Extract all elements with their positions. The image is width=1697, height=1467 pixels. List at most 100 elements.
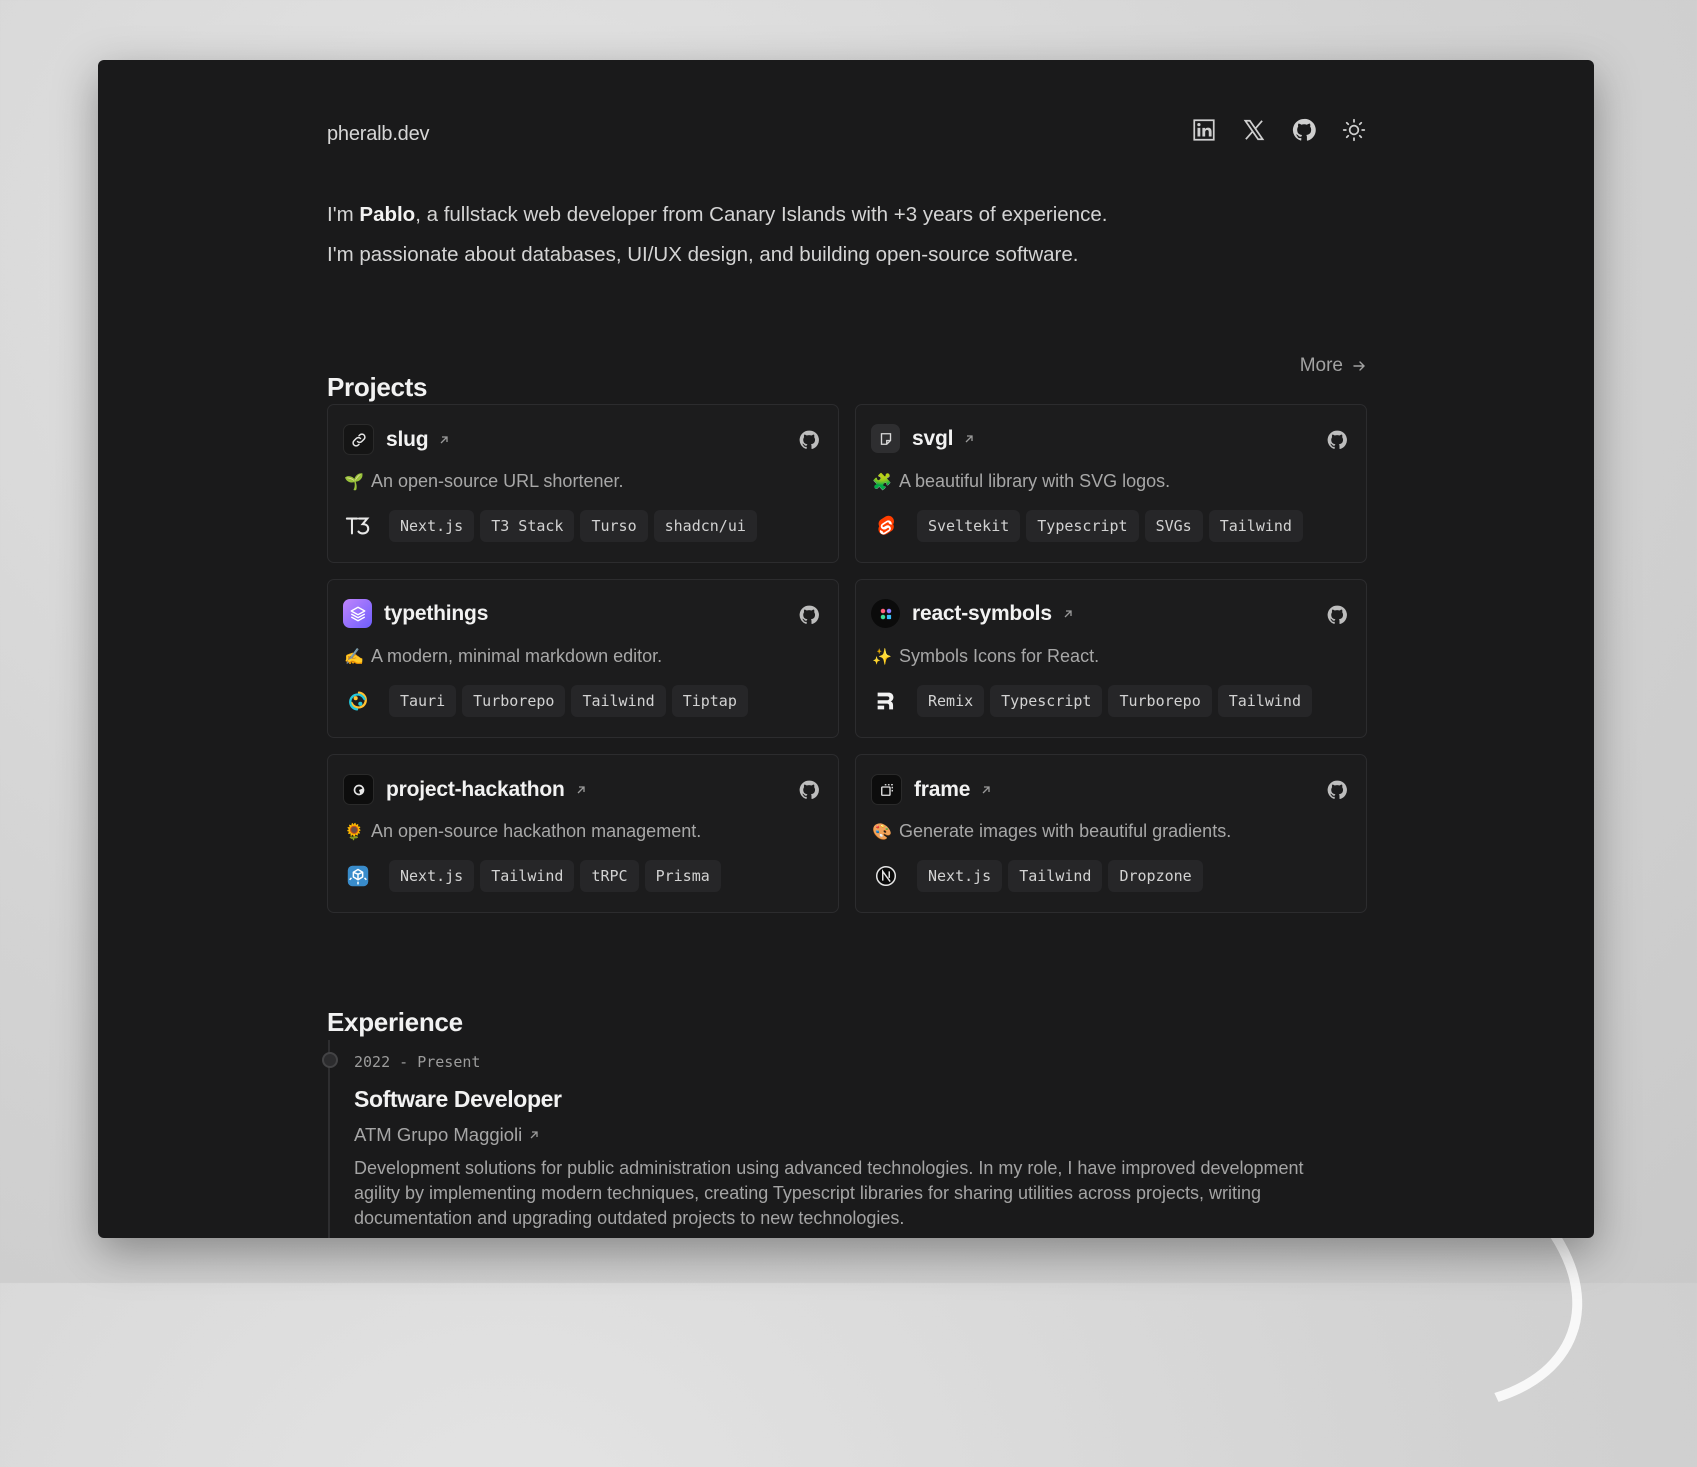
description-text: An open-source hackathon management. (371, 821, 702, 841)
github-icon[interactable] (1326, 604, 1348, 626)
project-header: svgl (871, 424, 975, 453)
github-icon[interactable] (1326, 429, 1348, 451)
svgl-logo-icon (871, 424, 900, 453)
nextjs-icon (871, 861, 901, 891)
project-name[interactable]: frame (914, 778, 970, 802)
tech-tag: Tailwind (1008, 860, 1103, 892)
seedling-emoji: 🌱 (344, 473, 364, 491)
project-header: project-hackathon (343, 774, 587, 805)
tech-tag: Tiptap (671, 685, 748, 717)
project-header: frame (871, 774, 992, 805)
timeline-line (328, 1040, 330, 1238)
project-header: typethings (343, 599, 488, 628)
projects-title: Projects (327, 371, 428, 402)
external-link-icon[interactable] (438, 434, 450, 446)
t3-icon (343, 511, 373, 541)
link-logo-icon (343, 424, 374, 455)
project-header: slug (343, 424, 450, 455)
frame-logo-icon (871, 774, 902, 805)
project-card-typethings[interactable]: typethings ✍️ A modern, minimal markdown… (327, 579, 839, 738)
site-title[interactable]: pheralb.dev (327, 123, 430, 146)
github-icon[interactable] (798, 779, 820, 801)
intro: I'm Pablo, a fullstack web developer fro… (327, 203, 1367, 283)
github-icon[interactable] (1326, 779, 1348, 801)
description-text: Generate images with beautiful gradients… (899, 821, 1232, 841)
project-name[interactable]: react-symbols (912, 602, 1052, 626)
tech-tag: Turborepo (1108, 685, 1212, 717)
github-icon[interactable] (798, 604, 820, 626)
writing-hand-emoji: ✍️ (344, 648, 364, 666)
tech-tags: Remix Typescript Turborepo Tailwind (871, 685, 1312, 717)
project-name[interactable]: slug (386, 428, 429, 452)
palette-emoji: 🎨 (872, 823, 892, 841)
social-links (1191, 117, 1367, 143)
tech-tags: Next.js Tailwind Dropzone (871, 860, 1203, 892)
project-description: ✍️ A modern, minimal markdown editor. (344, 646, 663, 667)
tech-tag: Next.js (389, 510, 475, 542)
project-description: 🌱 An open-source URL shortener. (344, 471, 623, 492)
sun-icon[interactable] (1341, 117, 1367, 143)
project-header: react-symbols (871, 599, 1074, 628)
experience-description: Development solutions for public adminis… (354, 1158, 1304, 1228)
trpc-icon (343, 861, 373, 891)
more-label: More (1299, 355, 1343, 376)
intro-name: Pablo (359, 203, 416, 226)
project-card-react-symbols[interactable]: react-symbols ✨ Symbols Icons for React.… (855, 579, 1367, 738)
arrow-right-icon (1353, 361, 1365, 371)
tech-tag: Typescript (1026, 510, 1139, 542)
tech-tag: SVGs (1144, 510, 1203, 542)
tech-tag: Tailwind (571, 685, 666, 717)
tech-tag: Turso (580, 510, 648, 542)
project-name[interactable]: typethings (384, 602, 488, 626)
tech-tags: Next.js Tailwind tRPC Prisma (343, 860, 721, 892)
tech-tag: Remix (917, 685, 985, 717)
experience-title: Experience (327, 1006, 463, 1037)
site-header: pheralb.dev (327, 117, 1367, 149)
tauri-icon (343, 686, 373, 716)
tech-tag: T3 Stack (480, 510, 575, 542)
tech-tags: Next.js T3 Stack Turso shadcn/ui (343, 510, 757, 542)
external-link-icon[interactable] (980, 784, 992, 796)
project-description: 🧩 A beautiful library with SVG logos. (872, 471, 1171, 492)
project-description: 🌻 An open-source hackathon management. (344, 821, 702, 842)
intro-prefix: I'm (327, 203, 360, 226)
intro-suffix: , a fullstack web developer from Canary … (415, 203, 1108, 226)
sparkles-emoji: ✨ (872, 648, 892, 666)
tech-tag: Next.js (389, 860, 475, 892)
company-name: ATM Grupo Maggioli (354, 1124, 523, 1145)
tech-tags: Tauri Turborepo Tailwind Tiptap (343, 685, 748, 717)
github-icon[interactable] (1291, 117, 1317, 143)
description-text: Symbols Icons for React. (899, 646, 1100, 666)
tech-tag: Tailwind (1208, 510, 1303, 542)
project-description: ✨ Symbols Icons for React. (872, 646, 1100, 667)
tech-tag: Next.js (917, 860, 1003, 892)
project-name[interactable]: svgl (912, 427, 953, 451)
tech-tag: shadcn/ui (653, 510, 757, 542)
sunflower-emoji: 🌻 (344, 823, 364, 841)
project-card-svgl[interactable]: svgl 🧩 A beautiful library with SVG logo… (855, 404, 1367, 563)
description-text: A beautiful library with SVG logos. (899, 471, 1171, 491)
tech-tag: Tailwind (480, 860, 575, 892)
symbols-logo-icon (871, 599, 900, 628)
linkedin-icon[interactable] (1191, 117, 1217, 143)
github-icon[interactable] (798, 429, 820, 451)
experience-company-link[interactable]: ATM Grupo Maggioli (354, 1124, 540, 1146)
intro-line-1: I'm Pablo, a fullstack web developer fro… (327, 203, 1367, 227)
project-card-project-hackathon[interactable]: project-hackathon 🌻 An open-source hacka… (327, 754, 839, 913)
tech-tag: Prisma (644, 860, 721, 892)
description-text: A modern, minimal markdown editor. (371, 646, 663, 666)
external-link-icon[interactable] (575, 784, 587, 796)
project-name[interactable]: project-hackathon (386, 778, 565, 802)
external-link-icon[interactable] (1062, 608, 1074, 620)
remix-icon (871, 686, 901, 716)
tech-tag: Dropzone (1108, 860, 1203, 892)
tech-tag: Tauri (389, 685, 457, 717)
more-projects-link[interactable]: More (1300, 355, 1367, 377)
external-link-icon (530, 1131, 538, 1139)
browser-window: pheralb.dev I'm Pablo, a fullstack web d… (98, 60, 1594, 1238)
project-card-slug[interactable]: slug 🌱 An open-source URL shortener. Nex… (327, 404, 839, 563)
hackathon-logo-icon (343, 774, 374, 805)
project-card-frame[interactable]: frame 🎨 Generate images with beautiful g… (855, 754, 1367, 913)
external-link-icon[interactable] (963, 433, 975, 445)
x-icon[interactable] (1241, 117, 1267, 143)
